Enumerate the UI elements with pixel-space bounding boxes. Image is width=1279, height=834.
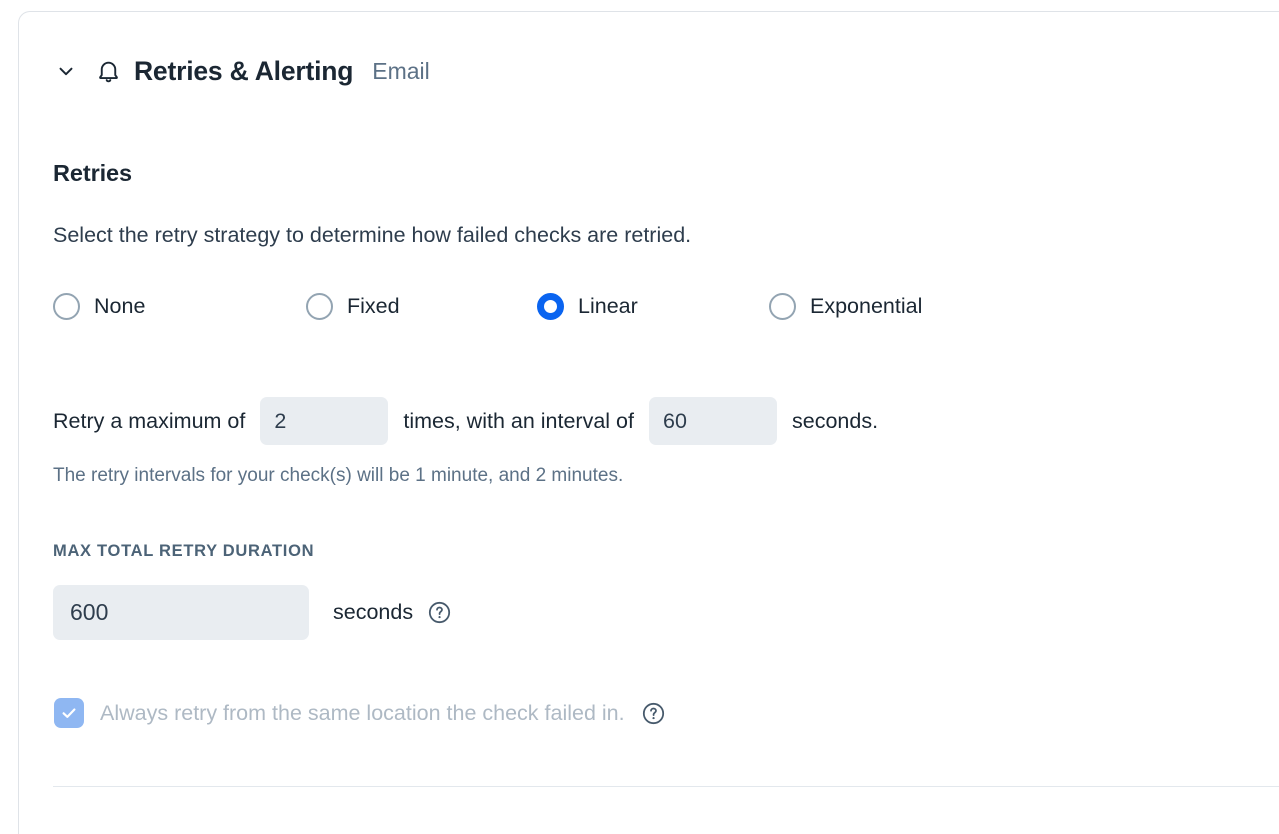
radio-label: Exponential	[810, 293, 923, 318]
radio-label: Fixed	[347, 293, 400, 318]
radio-strategy-linear[interactable]: Linear	[537, 292, 638, 320]
section-divider	[53, 786, 1279, 787]
same-location-checkbox-row: Always retry from the same location the …	[54, 698, 666, 728]
radio-strategy-none[interactable]: None	[53, 292, 146, 320]
retries-section-title: Retries	[53, 160, 132, 186]
retries-section-description: Select the retry strategy to determine h…	[53, 223, 692, 247]
radio-mark-icon	[53, 292, 80, 320]
same-location-checkbox[interactable]	[54, 698, 84, 728]
radio-strategy-exponential[interactable]: Exponential	[769, 292, 923, 320]
question-mark-circle-icon[interactable]	[641, 701, 666, 726]
max-total-retry-duration-input[interactable]	[53, 585, 309, 640]
radio-mark-selected-icon	[537, 292, 564, 320]
max-retries-input[interactable]	[260, 397, 389, 445]
max-total-retry-duration-label: MAX TOTAL RETRY DURATION	[53, 542, 315, 560]
retry-sentence-prefix: Retry a maximum of	[53, 408, 246, 433]
question-mark-circle-icon[interactable]	[427, 600, 452, 625]
page-title: Retries & Alerting	[134, 55, 354, 86]
retry-interval-note: The retry intervals for your check(s) wi…	[53, 465, 624, 486]
chevron-down-icon[interactable]	[53, 58, 79, 84]
radio-mark-icon	[306, 292, 333, 320]
radio-mark-icon	[769, 292, 796, 320]
radio-label: None	[94, 293, 146, 318]
retry-interval-input[interactable]	[648, 397, 777, 445]
retry-sentence-suffix: seconds.	[791, 408, 879, 433]
same-location-label: Always retry from the same location the …	[100, 700, 625, 725]
max-total-retry-duration-row: seconds	[53, 585, 452, 640]
retries-alerting-card: Retries & Alerting Email Retries Select …	[18, 11, 1279, 834]
retry-sentence-middle: times, with an interval of	[403, 408, 634, 433]
retry-sentence-row: Retry a maximum of times, with an interv…	[53, 397, 878, 445]
header-subtitle: Email	[372, 57, 430, 84]
radio-label: Linear	[578, 293, 638, 318]
radio-strategy-fixed[interactable]: Fixed	[306, 292, 400, 320]
card-header: Retries & Alerting Email	[53, 52, 430, 90]
bell-icon	[93, 56, 123, 86]
duration-unit-label: seconds	[333, 600, 414, 624]
